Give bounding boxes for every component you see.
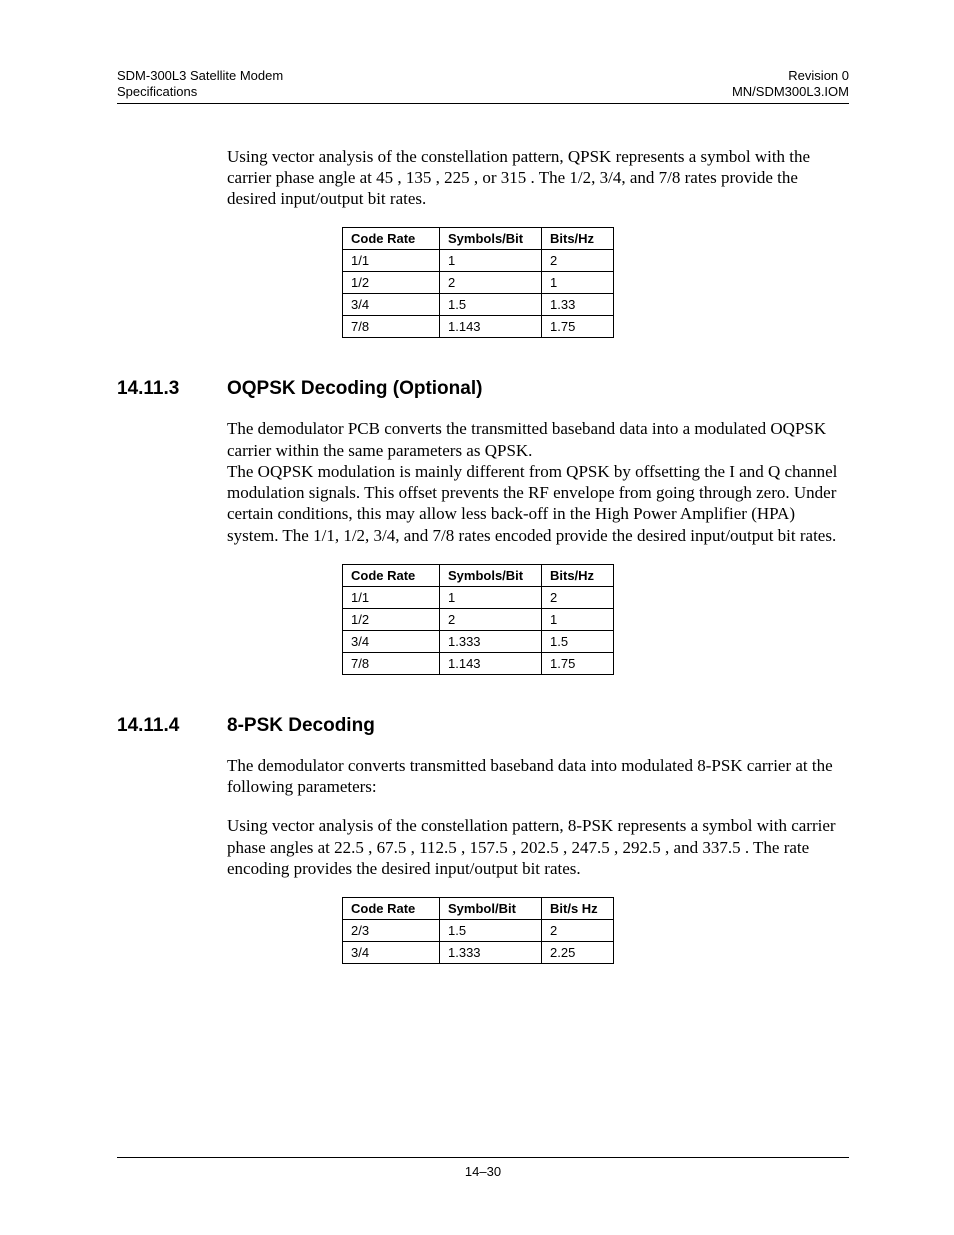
cell: 1/1 xyxy=(343,586,440,608)
cell: 1/2 xyxy=(343,608,440,630)
col-bits-hz: Bit/s Hz xyxy=(542,898,614,920)
cell: 2 xyxy=(440,272,542,294)
cell: 1 xyxy=(542,608,614,630)
footer-rule xyxy=(117,1157,849,1158)
cell: 7/8 xyxy=(343,316,440,338)
cell: 3/4 xyxy=(343,630,440,652)
cell: 2 xyxy=(542,250,614,272)
col-symbol-bit: Symbol/Bit xyxy=(440,898,542,920)
section-heading-8psk: 14.11.4 8-PSK Decoding xyxy=(117,715,849,737)
col-bits-hz: Bits/Hz xyxy=(542,228,614,250)
table-row: 2/3 1.5 2 xyxy=(343,920,614,942)
cell: 2 xyxy=(542,586,614,608)
cell: 1 xyxy=(542,272,614,294)
cell: 1.143 xyxy=(440,316,542,338)
8psk-table: Code Rate Symbol/Bit Bit/s Hz 2/3 1.5 2 … xyxy=(342,897,614,964)
table-header-row: Code Rate Symbols/Bit Bits/Hz xyxy=(343,228,614,250)
section-title: OQPSK Decoding (Optional) xyxy=(227,378,482,400)
section-number: 14.11.3 xyxy=(117,378,227,400)
col-symbols-bit: Symbols/Bit xyxy=(440,564,542,586)
cell: 1.5 xyxy=(542,630,614,652)
cell: 1 xyxy=(440,586,542,608)
section-heading-oqpsk: 14.11.3 OQPSK Decoding (Optional) xyxy=(117,378,849,400)
cell: 1.5 xyxy=(440,294,542,316)
8psk-para-2: Using vector analysis of the constellati… xyxy=(227,815,849,879)
header-right-line1: Revision 0 xyxy=(732,68,849,84)
oqpsk-para-1: The demodulator PCB converts the transmi… xyxy=(227,418,849,461)
page-footer: 14–30 xyxy=(117,1157,849,1179)
table-row: 7/8 1.143 1.75 xyxy=(343,316,614,338)
table-row: 1/2 2 1 xyxy=(343,608,614,630)
table-row: 1/1 1 2 xyxy=(343,586,614,608)
intro-paragraph: Using vector analysis of the constellati… xyxy=(227,146,849,210)
cell: 2 xyxy=(440,608,542,630)
col-symbols-bit: Symbols/Bit xyxy=(440,228,542,250)
page-header: SDM-300L3 Satellite Modem Specifications… xyxy=(117,68,849,101)
cell: 1/1 xyxy=(343,250,440,272)
section-title: 8-PSK Decoding xyxy=(227,715,375,737)
table-row: 3/4 1.333 2.25 xyxy=(343,942,614,964)
col-code-rate: Code Rate xyxy=(343,898,440,920)
header-rule xyxy=(117,103,849,104)
col-code-rate: Code Rate xyxy=(343,228,440,250)
cell: 1.75 xyxy=(542,316,614,338)
table-header-row: Code Rate Symbol/Bit Bit/s Hz xyxy=(343,898,614,920)
8psk-para-1: The demodulator converts transmitted bas… xyxy=(227,755,849,798)
qpsk-table: Code Rate Symbols/Bit Bits/Hz 1/1 1 2 1/… xyxy=(342,227,614,338)
table-row: 1/2 2 1 xyxy=(343,272,614,294)
table-row: 7/8 1.143 1.75 xyxy=(343,652,614,674)
col-code-rate: Code Rate xyxy=(343,564,440,586)
table-row: 3/4 1.333 1.5 xyxy=(343,630,614,652)
page-number: 14–30 xyxy=(117,1164,849,1179)
cell: 1.333 xyxy=(440,942,542,964)
header-left-line1: SDM-300L3 Satellite Modem xyxy=(117,68,283,84)
table-row: 3/4 1.5 1.33 xyxy=(343,294,614,316)
col-bits-hz: Bits/Hz xyxy=(542,564,614,586)
header-right-line2: MN/SDM300L3.IOM xyxy=(732,84,849,100)
cell: 3/4 xyxy=(343,294,440,316)
section-number: 14.11.4 xyxy=(117,715,227,737)
cell: 1.33 xyxy=(542,294,614,316)
table-row: 1/1 1 2 xyxy=(343,250,614,272)
cell: 1/2 xyxy=(343,272,440,294)
cell: 1.143 xyxy=(440,652,542,674)
cell: 1.333 xyxy=(440,630,542,652)
cell: 2.25 xyxy=(542,942,614,964)
cell: 2 xyxy=(542,920,614,942)
oqpsk-para-2: The OQPSK modulation is mainly different… xyxy=(227,461,849,546)
cell: 1.5 xyxy=(440,920,542,942)
oqpsk-table: Code Rate Symbols/Bit Bits/Hz 1/1 1 2 1/… xyxy=(342,564,614,675)
cell: 1 xyxy=(440,250,542,272)
table-header-row: Code Rate Symbols/Bit Bits/Hz xyxy=(343,564,614,586)
cell: 2/3 xyxy=(343,920,440,942)
cell: 1.75 xyxy=(542,652,614,674)
cell: 7/8 xyxy=(343,652,440,674)
header-left-line2: Specifications xyxy=(117,84,283,100)
cell: 3/4 xyxy=(343,942,440,964)
